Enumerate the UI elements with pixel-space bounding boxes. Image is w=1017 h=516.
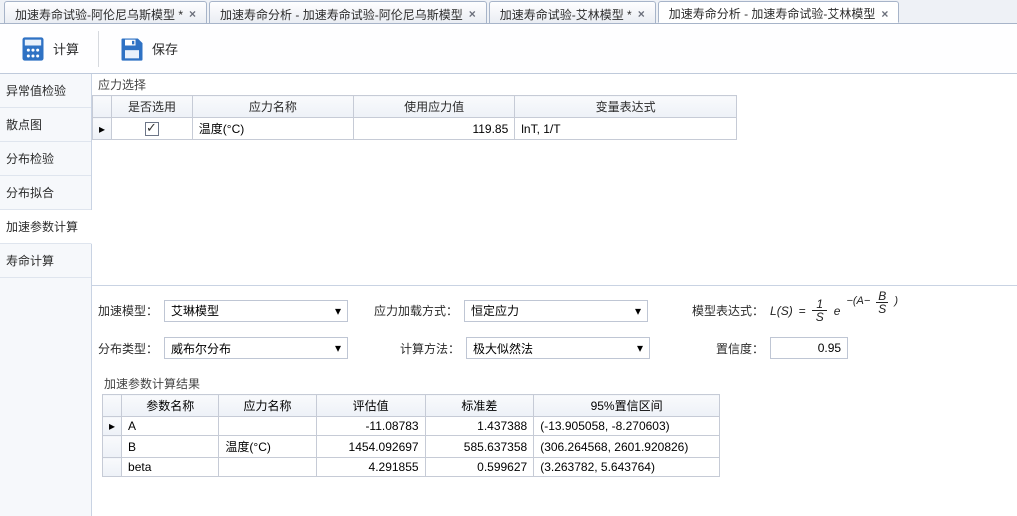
- sidebar-item-scatter[interactable]: 散点图: [0, 108, 91, 142]
- results-table: 参数名称 应力名称 评估值 标准差 95%置信区间 ▸ A -11.087831…: [102, 394, 720, 477]
- col-selected[interactable]: 是否选用: [112, 96, 193, 118]
- model-label: 加速模型：: [98, 302, 158, 319]
- row-header-blank: [93, 96, 112, 118]
- table-row[interactable]: ▸ A -11.087831.437388 (-13.905058, -8.27…: [103, 417, 720, 436]
- formula-display: L(S)= 1S e −(A− BS ): [770, 298, 898, 323]
- close-icon[interactable]: ×: [881, 7, 888, 21]
- stress-panel-title: 应力选择: [92, 74, 1017, 95]
- save-label: 保存: [152, 39, 178, 58]
- cell-selected[interactable]: [112, 118, 193, 140]
- model-input[interactable]: [164, 300, 348, 322]
- compute-button[interactable]: 计算: [8, 30, 90, 68]
- separator: [98, 31, 99, 67]
- sidebar-item-accel-param[interactable]: 加速参数计算: [0, 210, 92, 244]
- dist-label: 分布类型：: [98, 340, 158, 357]
- tab-1[interactable]: 加速寿命分析 - 加速寿命试验-阿伦尼乌斯模型×: [209, 1, 487, 23]
- col-ci[interactable]: 95%置信区间: [534, 395, 720, 417]
- model-combo[interactable]: ▾: [164, 300, 348, 322]
- compute-label: 计算: [53, 39, 79, 58]
- cell-stress-value[interactable]: 119.85: [354, 118, 515, 140]
- table-row[interactable]: B温度(°C) 1454.092697585.637358 (306.26456…: [103, 436, 720, 458]
- save-button[interactable]: 保存: [107, 30, 189, 68]
- close-icon[interactable]: ×: [638, 7, 645, 21]
- sidebar-item-dist-fit[interactable]: 分布拟合: [0, 176, 91, 210]
- results-title: 加速参数计算结果: [98, 373, 1009, 394]
- col-estimate[interactable]: 评估值: [316, 395, 425, 417]
- col-stress-name[interactable]: 应力名称: [192, 96, 353, 118]
- sidebar-item-life-calc[interactable]: 寿命计算: [0, 244, 91, 278]
- method-input[interactable]: [466, 337, 650, 359]
- col-var-expr[interactable]: 变量表达式: [515, 96, 737, 118]
- load-label: 应力加载方式：: [374, 302, 458, 319]
- cell-stress-name[interactable]: 温度(°C): [192, 118, 353, 140]
- tab-3[interactable]: 加速寿命分析 - 加速寿命试验-艾林模型×: [658, 1, 900, 23]
- sidebar-item-outlier[interactable]: 异常值检验: [0, 74, 91, 108]
- calculator-icon: [19, 35, 47, 63]
- stress-table: 是否选用 应力名称 使用应力值 变量表达式 ▸ 温度(°C) 119.85 ln…: [92, 95, 737, 140]
- sidebar-item-dist-test[interactable]: 分布检验: [0, 142, 91, 176]
- checkbox-checked-icon[interactable]: [145, 122, 159, 136]
- dist-input[interactable]: [164, 337, 348, 359]
- col-stderr[interactable]: 标准差: [425, 395, 534, 417]
- toolbar: 计算 保存: [0, 24, 1017, 74]
- table-row[interactable]: ▸ 温度(°C) 119.85 lnT, 1/T: [93, 118, 737, 140]
- col-param[interactable]: 参数名称: [122, 395, 219, 417]
- save-icon: [118, 35, 146, 63]
- dist-combo[interactable]: ▾: [164, 337, 348, 359]
- cell-var-expr[interactable]: lnT, 1/T: [515, 118, 737, 140]
- confidence-input[interactable]: [770, 337, 848, 359]
- close-icon[interactable]: ×: [469, 7, 476, 21]
- load-combo[interactable]: ▾: [464, 300, 648, 322]
- sidebar: 异常值检验 散点图 分布检验 分布拟合 加速参数计算 寿命计算: [0, 74, 92, 516]
- col-stress-value[interactable]: 使用应力值: [354, 96, 515, 118]
- conf-label: 置信度：: [716, 340, 764, 357]
- table-row[interactable]: beta 4.2918550.599627 (3.263782, 5.64376…: [103, 458, 720, 477]
- row-indicator-icon: ▸: [93, 118, 112, 140]
- row-indicator-icon: ▸: [103, 417, 122, 436]
- tab-0[interactable]: 加速寿命试验-阿伦尼乌斯模型 *×: [4, 1, 207, 23]
- load-input[interactable]: [464, 300, 648, 322]
- formula-label: 模型表达式：: [692, 302, 764, 319]
- method-label: 计算方法：: [400, 340, 460, 357]
- method-combo[interactable]: ▾: [466, 337, 650, 359]
- close-icon[interactable]: ×: [189, 7, 196, 21]
- tab-2[interactable]: 加速寿命试验-艾林模型 *×: [489, 1, 656, 23]
- tab-bar: 加速寿命试验-阿伦尼乌斯模型 *× 加速寿命分析 - 加速寿命试验-阿伦尼乌斯模…: [0, 0, 1017, 24]
- col-stress[interactable]: 应力名称: [219, 395, 316, 417]
